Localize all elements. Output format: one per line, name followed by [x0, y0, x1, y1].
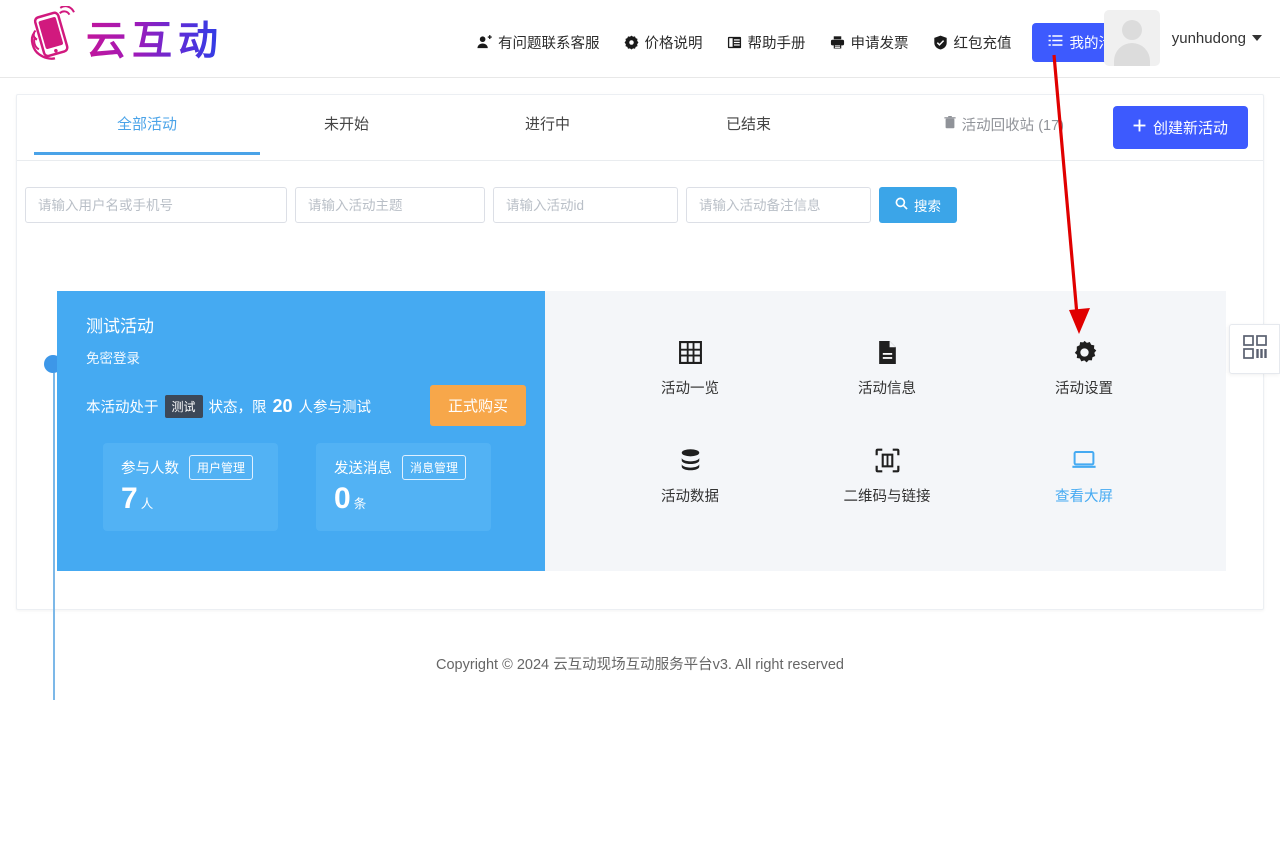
message-management-button[interactable]: 消息管理 [402, 455, 467, 480]
search-icon [895, 197, 908, 213]
nav-item-redpacket-recharge[interactable]: 红包充值 [921, 32, 1024, 53]
tab-label: 进行中 [525, 116, 571, 133]
app-root: 云互动 有问题联系客服 价格说明 帮助手册 申请发票 红包充值 我的活动 yun… [0, 0, 1280, 850]
status-prefix: 本活动处于 [86, 400, 159, 416]
tool-activity-info[interactable]: 活动信息 [817, 335, 957, 398]
printer-icon [830, 35, 845, 50]
status-suffix: 人参与测试 [298, 400, 372, 416]
nav-label: 红包充值 [953, 36, 1012, 52]
trash-icon [944, 116, 956, 133]
shield-check-icon [933, 35, 948, 50]
purchase-label: 正式购买 [448, 398, 509, 415]
tool-activity-settings[interactable]: 活动设置 [1014, 335, 1154, 398]
tab-all-activities[interactable]: 全部活动 [33, 113, 261, 155]
grid-icon [620, 335, 760, 369]
nav-item-invoice[interactable]: 申请发票 [818, 32, 921, 53]
tab-label: 全部活动 [117, 116, 178, 133]
create-activity-button[interactable]: 创建新活动 [1112, 106, 1248, 149]
chevron-down-icon [1252, 35, 1262, 41]
tool-label: 二维码与链接 [843, 489, 931, 505]
activity-list-panel: 全部活动 未开始 进行中 已结束 活动回收站 (17) 创建新活动 请输入用户名… [16, 94, 1264, 700]
monitor-icon [1014, 443, 1154, 477]
tool-qrcode-and-link[interactable]: 二维码与链接 [817, 443, 957, 506]
tab-ended[interactable]: 已结束 [726, 113, 771, 154]
timeline-line [53, 373, 55, 700]
nav-item-help-manual[interactable]: 帮助手册 [715, 32, 818, 53]
stat-participants: 参与人数 用户管理 7 人 [103, 443, 278, 531]
stat-value: 7 [121, 482, 138, 515]
qr-scan-icon [817, 443, 957, 477]
stat-label: 参与人数 [121, 461, 179, 477]
search-input-username[interactable] [25, 187, 287, 223]
tab-in-progress[interactable]: 进行中 [525, 113, 570, 154]
stat-label: 发送消息 [334, 461, 392, 477]
search-input-activity-id[interactable] [493, 187, 678, 223]
gear-icon [1014, 335, 1154, 369]
avatar[interactable] [1103, 10, 1160, 66]
search-button[interactable]: 搜索 [879, 187, 957, 223]
activity-tools-grid: 活动一览 活动信息 活动设置 活动数据 二维码与链接 查看大屏 [545, 291, 1226, 571]
tool-label: 活动数据 [661, 489, 719, 505]
footer-text: Copyright © 2024 云互动现场互动服务平台v3. All righ… [436, 657, 844, 673]
site-header: 云互动 有问题联系客服 价格说明 帮助手册 申请发票 红包充值 我的活动 yun… [0, 0, 1280, 78]
brand-name: 云互动 [86, 8, 224, 66]
search-button-label: 搜索 [914, 199, 941, 214]
tool-label: 查看大屏 [1055, 489, 1113, 505]
activity-login-mode: 免密登录 [86, 351, 140, 366]
document-icon [817, 335, 957, 369]
user-menu[interactable]: yunhudong [1103, 10, 1262, 66]
list-icon [1048, 33, 1063, 52]
tab-not-started[interactable]: 未开始 [324, 113, 369, 154]
nav-item-contact-support[interactable]: 有问题联系客服 [465, 32, 612, 53]
recycle-bin-link[interactable]: 活动回收站 (17) [944, 114, 1064, 135]
recycle-bin-label: 活动回收站 (17) [961, 118, 1064, 134]
qrcode-icon [1242, 334, 1268, 365]
nav-label: 价格说明 [644, 36, 703, 52]
tool-label: 活动信息 [858, 381, 916, 397]
tool-label: 活动一览 [661, 381, 719, 397]
activity-status-line: 本活动处于 测试 状态，限 20 人参与测试 [86, 395, 371, 418]
stat-value: 0 [334, 482, 351, 515]
book-icon [727, 35, 742, 50]
search-input-remark[interactable] [686, 187, 871, 223]
user-management-button[interactable]: 用户管理 [189, 455, 254, 480]
username-dropdown[interactable]: yunhudong [1172, 30, 1262, 47]
header-nav: 有问题联系客服 价格说明 帮助手册 申请发票 红包充值 我的活动 [465, 23, 1144, 62]
tool-activity-overview[interactable]: 活动一览 [620, 335, 760, 398]
nav-label: 帮助手册 [747, 36, 806, 52]
stat-messages: 发送消息 消息管理 0 条 [316, 443, 491, 531]
activity-card: 测试活动 免密登录 本活动处于 测试 状态，限 20 人参与测试 正式购买 参与… [57, 291, 1226, 571]
status-middle: 状态，限 [208, 400, 267, 416]
stat-unit: 人 [140, 497, 154, 511]
purchase-button[interactable]: 正式购买 [430, 385, 527, 426]
brand-logo[interactable]: 云互动 [22, 5, 224, 68]
hand-holding-phone-icon [22, 5, 84, 68]
footer-copyright: Copyright © 2024 云互动现场互动服务平台v3. All righ… [0, 653, 1280, 674]
activity-filter-tabs: 全部活动 未开始 进行中 已结束 活动回收站 (17) 创建新活动 [17, 95, 1263, 161]
nav-label: 有问题联系客服 [498, 36, 600, 52]
search-input-topic[interactable] [295, 187, 485, 223]
username-label: yunhudong [1171, 29, 1246, 47]
tab-label: 已结束 [726, 116, 772, 133]
activity-title: 测试活动 [86, 317, 154, 336]
activity-summary-card: 测试活动 免密登录 本活动处于 测试 状态，限 20 人参与测试 正式购买 参与… [57, 291, 545, 571]
status-chip: 测试 [164, 395, 203, 418]
nav-label: 申请发票 [850, 36, 909, 52]
tool-activity-data[interactable]: 活动数据 [620, 443, 760, 506]
person-add-icon [477, 35, 492, 50]
tool-view-bigscreen[interactable]: 查看大屏 [1014, 443, 1154, 506]
database-icon [620, 443, 760, 477]
tab-label: 未开始 [324, 116, 370, 133]
search-filter-bar: 搜索 [25, 187, 957, 223]
floating-qrcode-tab[interactable] [1229, 324, 1280, 374]
status-limit-number: 20 [272, 396, 293, 416]
nav-item-pricing[interactable]: 价格说明 [612, 32, 715, 53]
tool-label: 活动设置 [1055, 381, 1113, 397]
plus-icon [1133, 119, 1146, 136]
stat-unit: 条 [353, 497, 367, 511]
create-activity-label: 创建新活动 [1152, 120, 1228, 137]
gear-badge-icon [624, 35, 639, 50]
